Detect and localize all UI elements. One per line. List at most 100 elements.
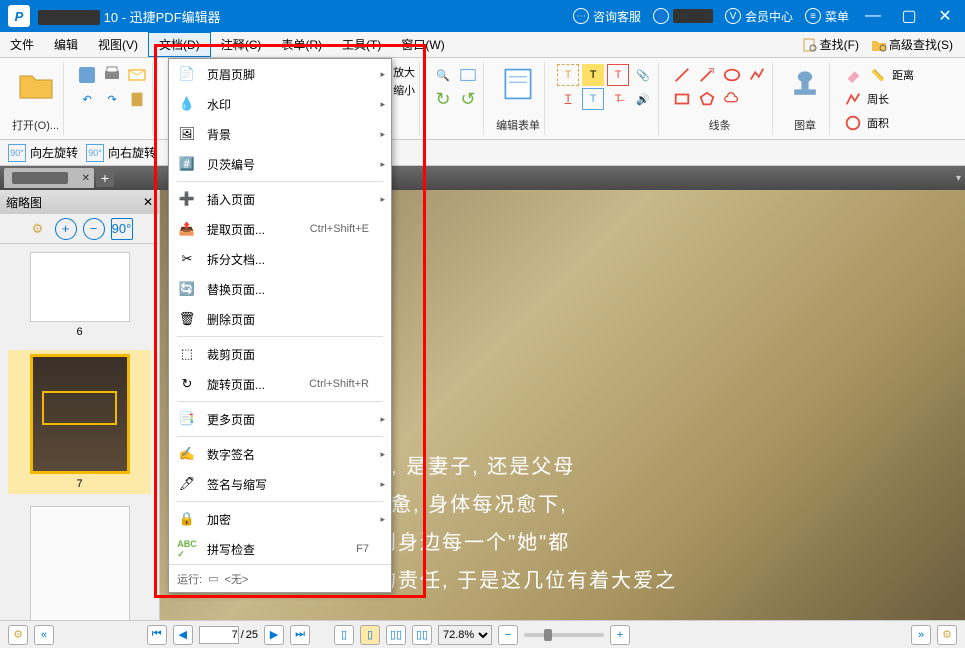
advanced-find-button[interactable]: 高级查找(S) [867,34,957,55]
menu-document[interactable]: 文档(D) [148,32,211,57]
rect-tool[interactable] [671,88,693,110]
menu-view[interactable]: 视图(V) [88,32,148,57]
menuitem-header-footer[interactable]: 📄页眉页脚▸ [169,59,391,89]
ellipse-tool[interactable] [721,64,743,86]
close-button[interactable]: ✕ [933,6,957,26]
cloud-tool[interactable] [721,88,743,110]
consult-button[interactable]: ⋯咨询客服 [573,8,641,25]
rect-text-tool[interactable]: T [607,64,629,86]
zoom-in-button[interactable]: + [610,625,630,645]
eraser-tool[interactable] [842,64,864,86]
menuitem-digital-sign[interactable]: ✍数字签名▸ [169,439,391,469]
menuitem-insert-page[interactable]: ➕插入页面▸ [169,184,391,214]
menuitem-split-doc[interactable]: ✂拆分文档... [169,244,391,274]
sb-collapse-button[interactable]: » [911,625,931,645]
view-single-button[interactable]: ▯ [334,625,354,645]
paste-button[interactable] [126,88,148,110]
user-button[interactable]: 👤xx [653,8,713,24]
view-continuous-button[interactable]: ▯ [360,625,380,645]
rotate-cw-button[interactable]: ↻ [432,88,454,110]
edit-form-button[interactable] [498,64,538,104]
rotate-right-button[interactable]: 90°向右旋转 [86,144,156,162]
view-facing-cont-button[interactable]: ▯▯ [412,625,432,645]
tab-close-icon[interactable]: ✕ [82,173,90,184]
menuitem-sign-initials[interactable]: 🖊签名与缩写▸ [169,469,391,499]
attach-tool[interactable]: 📎 [632,64,654,86]
view-facing-button[interactable]: ▯▯ [386,625,406,645]
tab-document[interactable]: x✕ [4,168,94,188]
menu-window[interactable]: 窗口(W) [391,32,454,57]
thumbnail-6[interactable]: 6 [8,252,151,338]
highlight-tool[interactable]: T [582,64,604,86]
thumbnail-8[interactable]: 8 [8,506,151,620]
zoom-out-button[interactable]: − [498,625,518,645]
sb-settings2-button[interactable]: ⚙ [937,625,957,645]
zoom-slider[interactable] [524,633,604,637]
sidebar-zoom-in-button[interactable]: + [55,218,77,240]
menuitem-delete-page[interactable]: 🗑删除页面 [169,304,391,334]
run-target-icon: ▭ [208,572,218,585]
text-box-tool[interactable]: T [582,88,604,110]
menuitem-extract-page[interactable]: 📤提取页面...Ctrl+Shift+E [169,214,391,244]
print-button[interactable] [101,64,123,86]
polyline-tool[interactable] [746,64,768,86]
stamp-button[interactable] [785,64,825,104]
rotate-left-button[interactable]: 90°向左旋转 [8,144,78,162]
save-button[interactable] [76,64,98,86]
menu-tools[interactable]: 工具(T) [332,32,391,57]
distance-tool[interactable]: 📏 [867,64,889,86]
menuitem-crop-page[interactable]: ⬚裁剪页面 [169,339,391,369]
chevron-right-icon: ▸ [380,514,385,525]
menuitem-replace-page[interactable]: 🔄替换页面... [169,274,391,304]
area-tool[interactable] [842,112,864,134]
page-input[interactable] [199,626,239,644]
text-tool[interactable]: T [557,64,579,86]
menuitem-bates[interactable]: #️⃣贝茨编号▸ [169,149,391,179]
sidebar-settings-button[interactable]: ⚙ [27,218,49,240]
tabs-menu-button[interactable]: ▾ [956,173,961,184]
underline-tool[interactable]: T [557,88,579,110]
strike-tool[interactable]: T̶ [607,88,629,110]
menuitem-rotate-page[interactable]: ↻旋转页面...Ctrl+Shift+R [169,369,391,399]
menu-form[interactable]: 表单(R) [271,32,332,57]
fit-button[interactable] [457,64,479,86]
menuitem-background[interactable]: 🖼背景▸ [169,119,391,149]
menuitem-encrypt[interactable]: 🔒加密▸ [169,504,391,534]
thumbnail-label: 6 [8,326,151,338]
thumbnail-7[interactable]: 7 [8,350,151,494]
redo-button[interactable]: ↷ [101,88,123,110]
arrow-tool[interactable] [696,64,718,86]
sidebar-rotate-button[interactable]: 90° [111,218,133,240]
add-tab-button[interactable]: + [96,169,114,187]
menu-file[interactable]: 文件 [0,32,44,57]
member-button[interactable]: V会员中心 [725,8,793,25]
audio-tool[interactable]: 🔊 [632,88,654,110]
menu-edit[interactable]: 编辑 [44,32,88,57]
main-menu-button[interactable]: ≡菜单 [805,8,849,25]
sb-expand-button[interactable]: « [34,625,54,645]
zoom-button[interactable]: 🔍 [432,64,454,86]
menu-comment[interactable]: 注释(C) [211,32,272,57]
sidebar-zoom-out-button[interactable]: − [83,218,105,240]
distance-label: 距离 [892,67,914,83]
open-file-button[interactable] [16,64,56,104]
polygon-tool[interactable] [696,88,718,110]
first-page-button[interactable]: ⏮ [147,625,167,645]
perimeter-tool[interactable] [842,88,864,110]
prev-page-button[interactable]: ◀ [173,625,193,645]
minimize-button[interactable]: — [861,7,885,25]
menuitem-watermark[interactable]: 💧水印▸ [169,89,391,119]
line-tool[interactable] [671,64,693,86]
next-page-button[interactable]: ▶ [264,625,284,645]
sb-settings-button[interactable]: ⚙ [8,625,28,645]
zoom-select[interactable]: 72.8% [438,625,492,645]
find-button[interactable]: 查找(F) [798,34,863,55]
menuitem-spellcheck[interactable]: ABC✓拼写检查F7 [169,534,391,564]
sidebar-close-icon[interactable]: ✕ [143,195,153,209]
email-button[interactable] [126,64,148,86]
rotate-ccw-button[interactable]: ↺ [457,88,479,110]
menuitem-more-pages[interactable]: 📑更多页面▸ [169,404,391,434]
maximize-button[interactable]: ▢ [897,6,921,26]
last-page-button[interactable]: ⏭ [290,625,310,645]
undo-button[interactable]: ↶ [76,88,98,110]
